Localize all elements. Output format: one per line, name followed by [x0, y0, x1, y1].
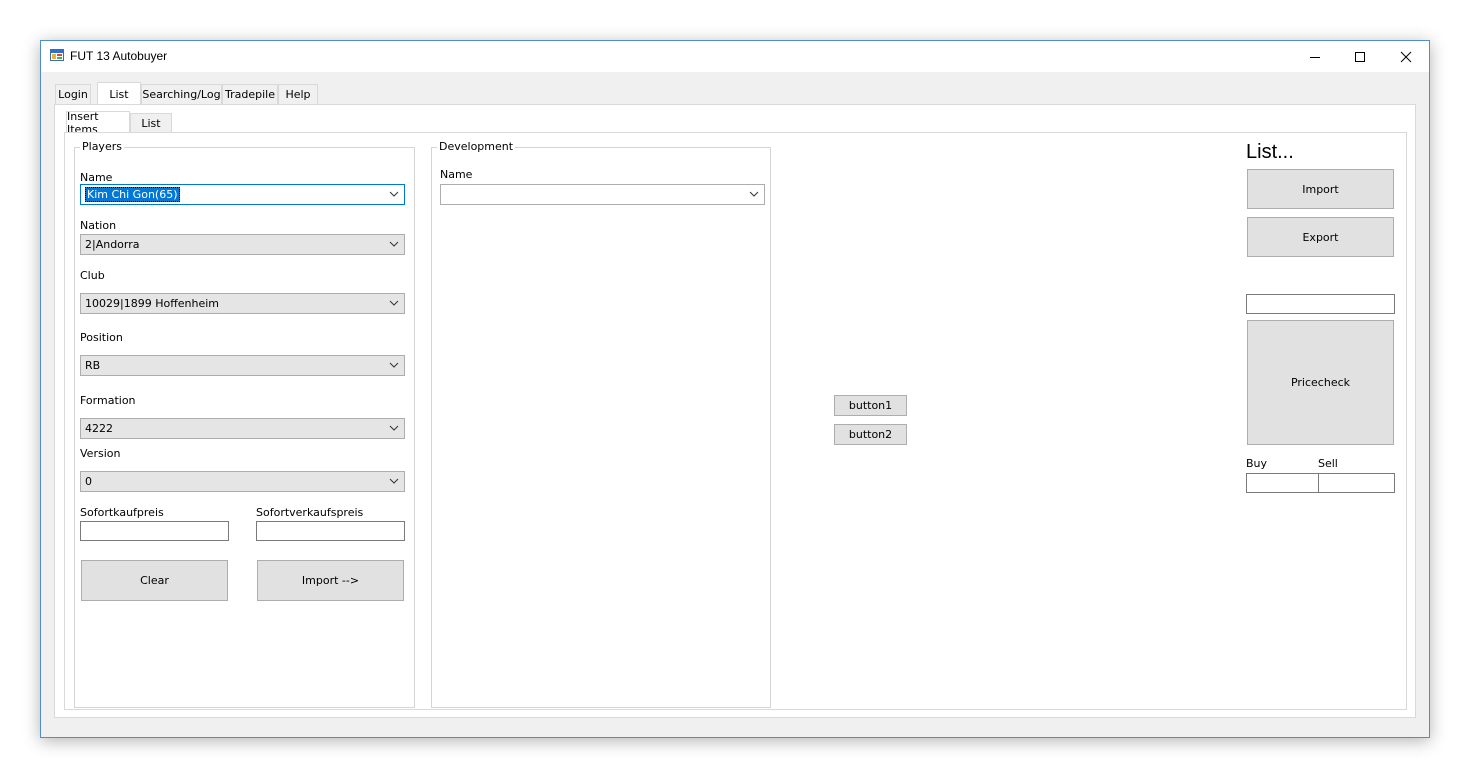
tab-searching-log[interactable]: Searching/Log: [141, 84, 222, 104]
tab-help[interactable]: Help: [278, 84, 318, 104]
tab-list[interactable]: List: [97, 82, 141, 105]
nation-label: Nation: [80, 219, 117, 232]
sell-label: Sell: [1318, 457, 1338, 470]
buy-price-input[interactable]: [80, 521, 229, 541]
version-combobox[interactable]: 0: [80, 471, 405, 492]
nation-combobox[interactable]: 2|Andorra: [80, 234, 405, 255]
chevron-down-icon: [389, 478, 399, 484]
list-export-button[interactable]: Export: [1247, 217, 1394, 257]
window-title: FUT 13 Autobuyer: [70, 49, 168, 63]
tab-login[interactable]: Login: [55, 84, 91, 104]
subtab-insert-items[interactable]: Insert Items: [66, 110, 130, 136]
formation-value: 4222: [85, 422, 113, 435]
chevron-down-icon: [389, 191, 399, 197]
development-name-combobox[interactable]: [440, 184, 765, 205]
position-combobox[interactable]: RB: [80, 355, 405, 376]
position-value: RB: [85, 359, 101, 372]
sell-price-label: Sofortverkaufspreis: [256, 506, 364, 519]
clear-button[interactable]: Clear: [81, 560, 228, 601]
player-name-combobox[interactable]: Kim Chi Gon(65): [80, 184, 405, 205]
list-import-button[interactable]: Import: [1247, 169, 1394, 209]
chevron-down-icon: [389, 241, 399, 247]
development-name-label: Name: [440, 168, 473, 181]
buy-price-label: Sofortkaufpreis: [80, 506, 164, 519]
chevron-down-icon: [389, 300, 399, 306]
club-value: 10029|1899 Hoffenheim: [85, 297, 220, 310]
chevron-down-icon: [389, 362, 399, 368]
formation-combobox[interactable]: 4222: [80, 418, 405, 439]
formation-label: Formation: [80, 394, 136, 407]
maximize-icon: [1355, 51, 1365, 62]
development-group: [431, 147, 771, 708]
player-name-label: Name: [80, 171, 113, 184]
position-label: Position: [80, 331, 123, 344]
minimize-icon: [1310, 56, 1320, 58]
pricecheck-input[interactable]: [1246, 294, 1395, 314]
app-window: FUT 13 Autobuyer Login List Searching/Lo…: [40, 40, 1430, 738]
players-legend: Players: [80, 140, 124, 153]
club-label: Club: [80, 269, 105, 282]
player-name-value: Kim Chi Gon(65): [85, 187, 180, 202]
nation-value: 2|Andorra: [85, 238, 140, 251]
buy-price-field[interactable]: [1246, 473, 1319, 493]
chevron-down-icon: [389, 425, 399, 431]
club-combobox[interactable]: 10029|1899 Hoffenheim: [80, 293, 405, 314]
version-label: Version: [80, 447, 121, 460]
maximize-button[interactable]: [1337, 41, 1383, 72]
subtab-list[interactable]: List: [130, 113, 172, 132]
buy-label: Buy: [1246, 457, 1268, 470]
pricecheck-button[interactable]: Pricecheck: [1247, 320, 1394, 445]
tab-tradepile[interactable]: Tradepile: [222, 84, 278, 104]
button2[interactable]: button2: [834, 424, 907, 445]
sell-price-field[interactable]: [1318, 473, 1395, 493]
minimize-button[interactable]: [1292, 41, 1338, 72]
development-legend: Development: [437, 140, 516, 153]
title-bar[interactable]: FUT 13 Autobuyer: [41, 41, 1429, 72]
import-to-list-button[interactable]: Import -->: [257, 560, 404, 601]
close-button[interactable]: [1383, 41, 1429, 72]
version-value: 0: [85, 475, 92, 488]
chevron-down-icon: [749, 191, 759, 197]
app-window-icon: [50, 49, 64, 61]
button1[interactable]: button1: [834, 395, 907, 416]
list-heading: List...: [1246, 141, 1294, 163]
sell-price-input[interactable]: [256, 521, 405, 541]
close-icon: [1400, 51, 1412, 62]
